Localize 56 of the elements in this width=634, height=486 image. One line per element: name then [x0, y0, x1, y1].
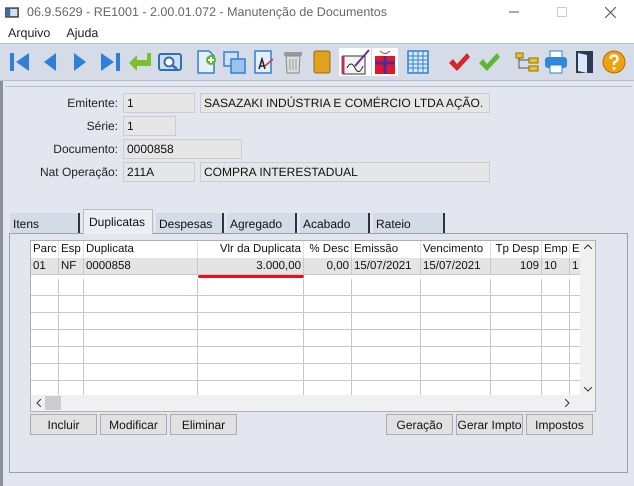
- action-button[interactable]: Gerar Impto: [456, 414, 523, 435]
- menu-item[interactable]: Arquivo: [8, 24, 50, 43]
- help-icon[interactable]: [602, 50, 626, 74]
- app-icon: [5, 6, 19, 18]
- field-label: Documento:: [52, 141, 118, 158]
- table-cell: 0,00: [304, 258, 352, 274]
- action-button[interactable]: Eliminar: [170, 414, 237, 435]
- table-cell: 0000858: [84, 258, 198, 274]
- action-button[interactable]: Incluir: [30, 414, 97, 435]
- notebook-pen-drawing[interactable]: [338, 48, 372, 76]
- text-field[interactable]: COMPRA INTERESTADUAL: [200, 162, 490, 182]
- scroll-down-icon[interactable]: [584, 387, 592, 392]
- table-cell: 3.000,00: [198, 258, 304, 274]
- printer-icon[interactable]: [544, 50, 568, 74]
- last-record-icon[interactable]: [98, 50, 122, 74]
- tree-structure-icon[interactable]: [515, 50, 539, 74]
- table-cell: 15/07/2021: [352, 258, 421, 274]
- copy-icon[interactable]: [223, 50, 247, 74]
- tab[interactable]: Agregado: [227, 213, 297, 233]
- search-icon[interactable]: [158, 50, 182, 74]
- scroll-up-icon[interactable]: [584, 244, 592, 249]
- scroll-thumb[interactable]: [45, 396, 61, 410]
- text-field[interactable]: 0000858: [123, 139, 242, 159]
- tab[interactable]: Despesas: [156, 213, 224, 233]
- trash-icon[interactable]: [281, 50, 305, 74]
- horizontal-scrollbar[interactable]: [31, 395, 595, 411]
- tab[interactable]: Itens: [10, 213, 80, 233]
- table-row[interactable]: 01 NF 0000858 3.000,00 0,00 15/07/2021 15/07/2021 109 10 1: [31, 258, 580, 275]
- gift-icon[interactable]: [372, 48, 398, 76]
- action-button[interactable]: Impostos: [526, 414, 593, 435]
- window-title: 06.9.5629 - RE1001 - 2.00.01.072 - Manutenção de Documentos: [27, 4, 387, 21]
- action-button[interactable]: Geração: [386, 414, 453, 435]
- vertical-scrollbar[interactable]: [580, 241, 595, 395]
- table-cell: 109: [491, 258, 542, 274]
- action-button[interactable]: Modificar: [100, 414, 167, 435]
- close-icon[interactable]: [605, 6, 616, 18]
- tab[interactable]: Rateio: [373, 213, 445, 233]
- tab[interactable]: Duplicatas: [83, 209, 153, 234]
- menu-item[interactable]: Ajuda: [66, 24, 98, 43]
- field-label: Nat Operação:: [38, 164, 118, 181]
- scroll-left-icon[interactable]: [36, 399, 41, 407]
- text-field[interactable]: 1: [123, 116, 176, 136]
- edit-document-icon[interactable]: [252, 50, 276, 74]
- table-cell: 15/07/2021: [421, 258, 491, 274]
- text-field[interactable]: SASAZAKI INDÚSTRIA E COMÉRCIO LTDA AÇÃO.: [200, 93, 490, 113]
- field-label: Emitente:: [66, 95, 118, 112]
- table-cell: 01: [31, 258, 59, 274]
- calendar-icon[interactable]: [406, 50, 430, 74]
- first-record-icon[interactable]: [8, 50, 32, 74]
- field-label: Série:: [86, 118, 118, 135]
- table-cell: 10: [542, 258, 570, 274]
- scroll-right-icon[interactable]: [565, 399, 570, 407]
- text-field[interactable]: 211A: [123, 162, 195, 182]
- tab[interactable]: Acabado: [300, 213, 370, 233]
- text-field[interactable]: 1: [123, 93, 195, 113]
- table-cell: NF: [59, 258, 84, 274]
